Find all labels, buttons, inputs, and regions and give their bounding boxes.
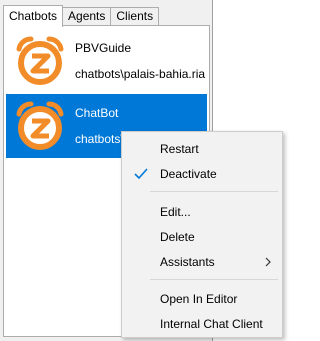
menu-item-delete[interactable]: Delete bbox=[122, 226, 282, 248]
chatbot-path: chatbots\palais-bahia.ria bbox=[75, 67, 206, 81]
menu-item-label: Deactivate bbox=[160, 167, 217, 181]
menu-separator bbox=[150, 191, 278, 192]
checkmark-icon bbox=[134, 168, 148, 180]
menu-item-label: Edit... bbox=[160, 205, 191, 219]
tab-agents[interactable]: Agents bbox=[62, 7, 112, 26]
menu-item-label: Open In Editor bbox=[160, 292, 238, 306]
chatbot-path: chatbots\ bbox=[75, 132, 124, 146]
tab-strip: Chatbots Agents Clients bbox=[3, 5, 160, 27]
chatbot-logo-icon bbox=[16, 101, 64, 150]
menu-item-edit[interactable]: Edit... bbox=[122, 201, 282, 223]
menu-item-deactivate[interactable]: Deactivate bbox=[122, 163, 282, 185]
menu-item-assistants[interactable]: Assistants bbox=[122, 251, 282, 273]
chatbot-name: ChatBot bbox=[75, 106, 119, 120]
menu-item-label: Internal Chat Client bbox=[160, 317, 263, 331]
tab-chatbots[interactable]: Chatbots bbox=[3, 5, 64, 27]
menu-item-label: Restart bbox=[160, 142, 199, 156]
menu-item-restart[interactable]: Restart bbox=[122, 138, 282, 160]
chatbot-name: PBVGuide bbox=[75, 41, 132, 55]
chevron-right-icon bbox=[265, 257, 271, 267]
menu-item-label: Assistants bbox=[160, 255, 215, 269]
chatbot-item-pbvguide[interactable]: PBVGuide chatbots\palais-bahia.ria bbox=[6, 29, 207, 93]
menu-item-internal-chat-client[interactable]: Internal Chat Client bbox=[122, 313, 282, 335]
menu-item-label: Delete bbox=[160, 230, 195, 244]
menu-separator bbox=[150, 279, 278, 280]
tab-clients[interactable]: Clients bbox=[110, 7, 160, 26]
menu-item-open-in-editor[interactable]: Open In Editor bbox=[122, 288, 282, 310]
context-menu: Restart Deactivate Edit... Delete Assist… bbox=[121, 131, 283, 338]
chatbot-logo-icon bbox=[16, 36, 64, 85]
